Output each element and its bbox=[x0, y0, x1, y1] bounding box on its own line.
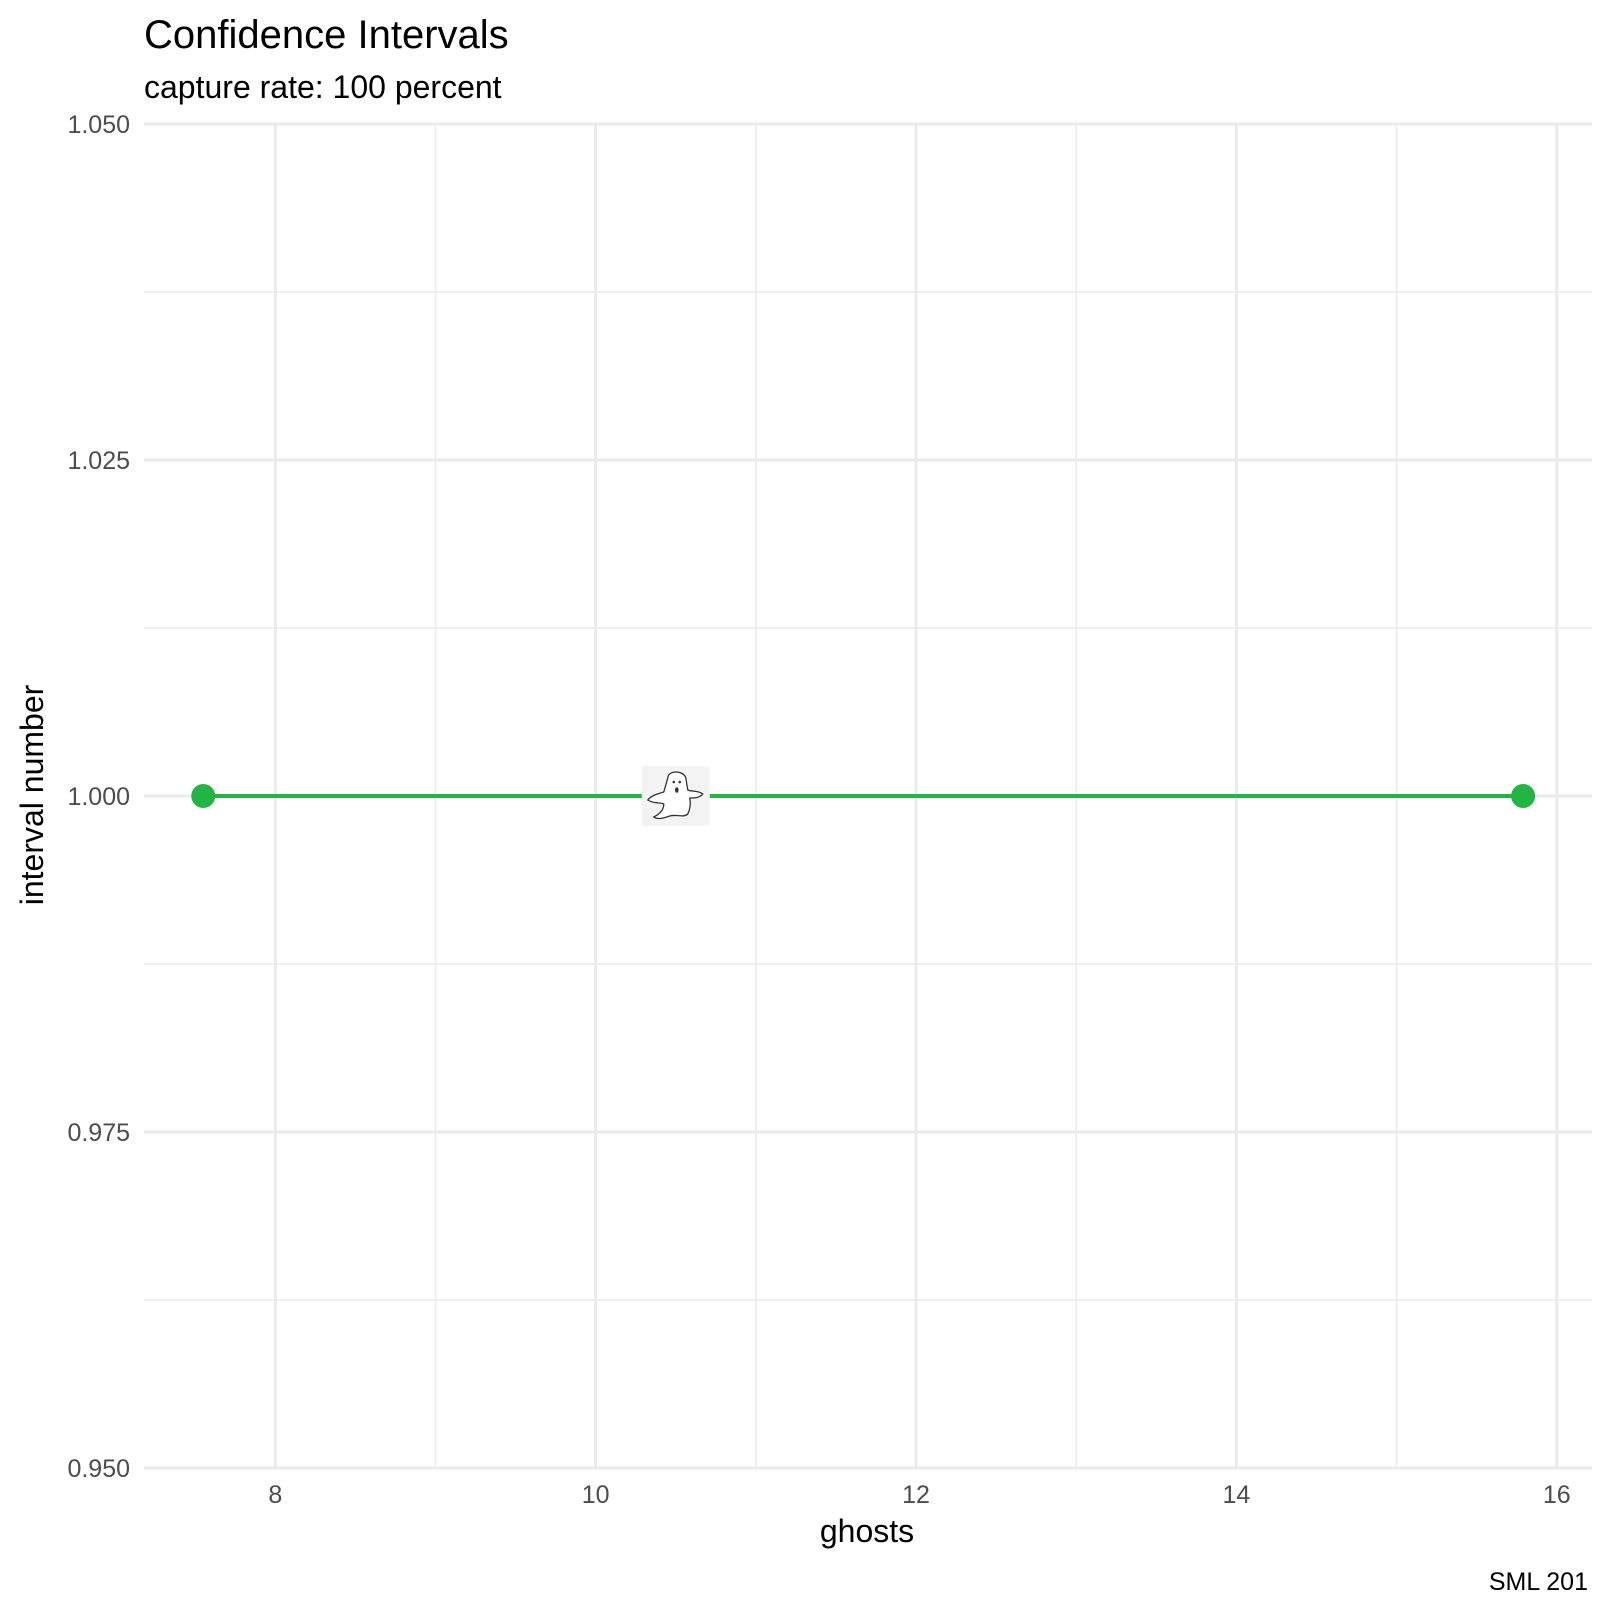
x-tick-label: 8 bbox=[268, 1481, 282, 1509]
y-axis-ticks: 0.950 0.975 1.000 1.025 1.050 bbox=[67, 111, 130, 1483]
y-tick-label: 0.975 bbox=[67, 1119, 130, 1147]
x-tick-label: 10 bbox=[582, 1481, 610, 1509]
ghost-eye bbox=[678, 780, 682, 784]
chart-subtitle: capture rate: 100 percent bbox=[144, 69, 502, 105]
x-axis-title: ghosts bbox=[820, 1513, 914, 1549]
chart-title: Confidence Intervals bbox=[144, 13, 509, 57]
y-tick-label: 0.950 bbox=[67, 1455, 130, 1483]
interval-upper-point bbox=[1511, 784, 1536, 808]
interval-lower-point bbox=[191, 784, 216, 808]
y-tick-label: 1.000 bbox=[67, 783, 130, 811]
ghost-mouth bbox=[674, 787, 679, 793]
x-tick-label: 14 bbox=[1223, 1481, 1251, 1509]
y-axis-title: interval number bbox=[14, 684, 50, 905]
y-tick-label: 1.050 bbox=[67, 111, 130, 139]
interval-marks bbox=[191, 766, 1536, 826]
y-tick-label: 1.025 bbox=[67, 447, 130, 475]
x-tick-label: 12 bbox=[902, 1481, 930, 1509]
chart-caption: SML 201 bbox=[1489, 1568, 1588, 1596]
ghost-icon bbox=[641, 766, 710, 826]
x-tick-label: 16 bbox=[1543, 1481, 1571, 1509]
ghost-eye bbox=[672, 780, 676, 784]
x-axis-ticks: 8 10 12 14 16 bbox=[268, 1481, 1570, 1509]
chart: Confidence Intervals capture rate: 100 p… bbox=[14, 13, 1592, 1596]
